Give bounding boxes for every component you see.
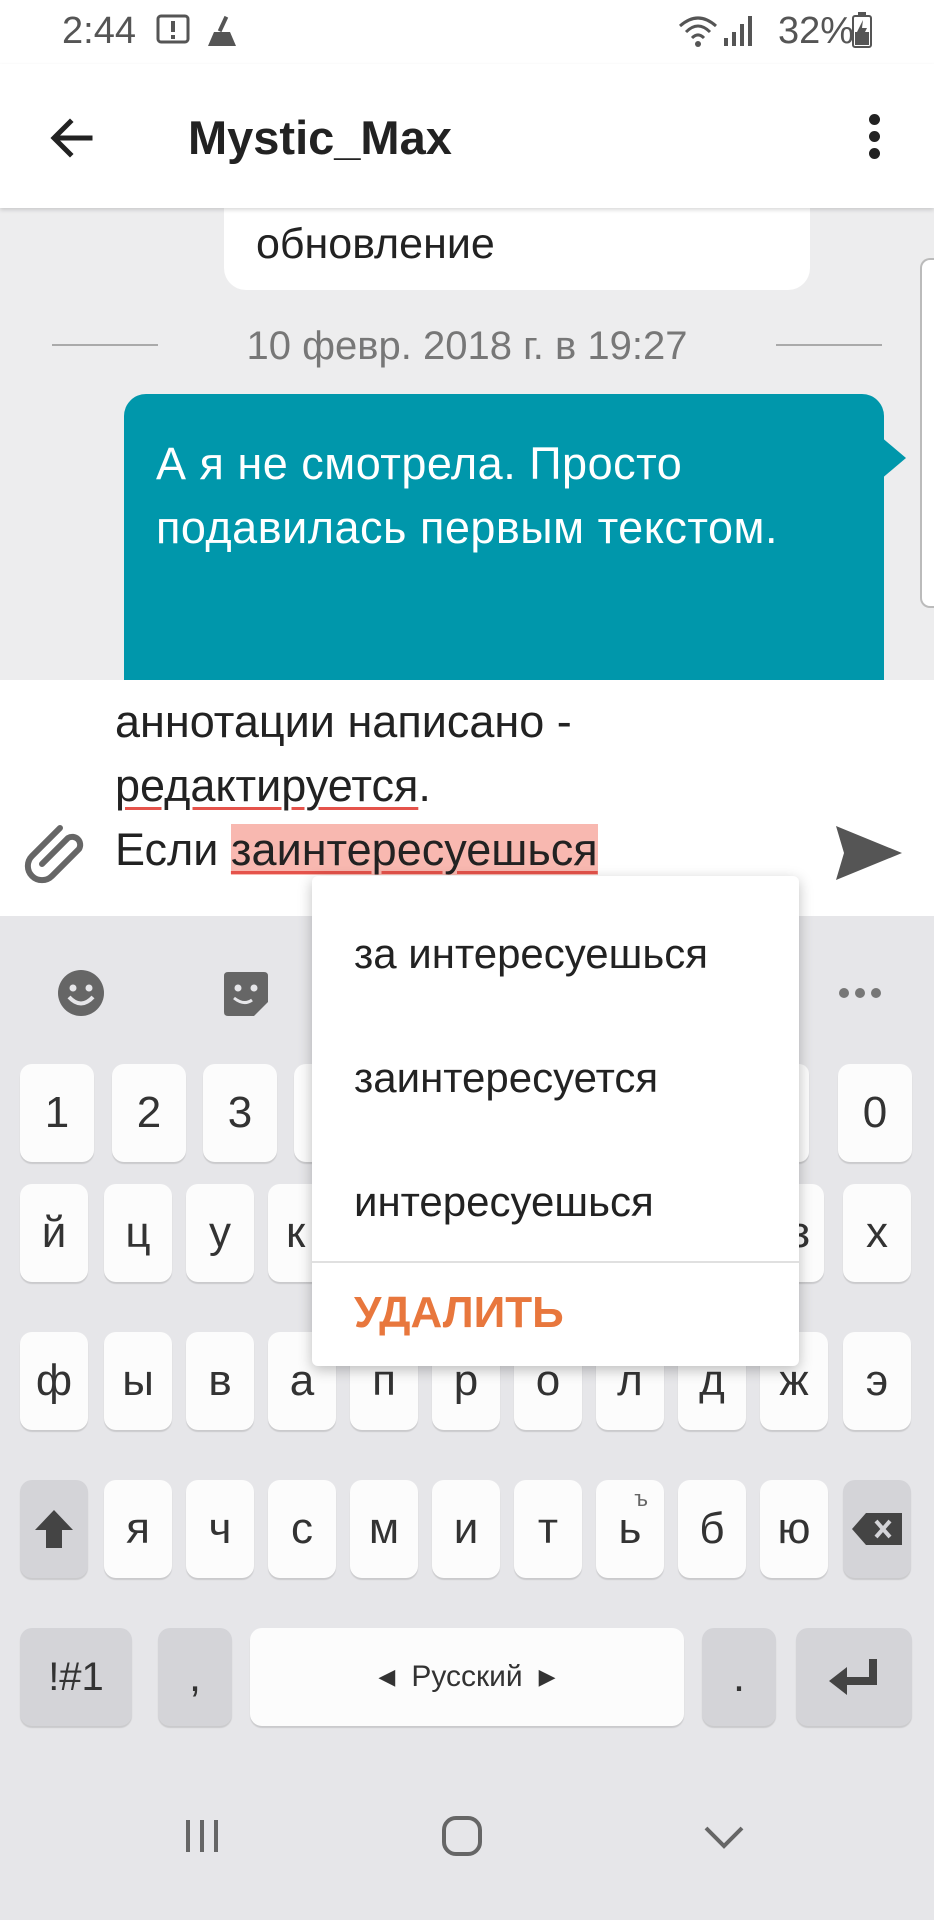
key-я[interactable]: я [104, 1480, 172, 1578]
key-ю[interactable]: ю [760, 1480, 828, 1578]
sticker-icon[interactable] [220, 968, 272, 1020]
delete-word-button[interactable]: УДАЛИТЬ [354, 1288, 564, 1338]
status-bar: 2:44 32% [0, 0, 934, 64]
key-т[interactable]: т [514, 1480, 582, 1578]
paperclip-icon[interactable] [22, 818, 92, 888]
more-options-icon[interactable] [858, 108, 890, 168]
key-ь[interactable]: ь ъ [596, 1480, 664, 1578]
key-ь-alt-label: ъ [634, 1486, 648, 1511]
date-divider-text: 10 февр. 2018 г. в 19:27 [246, 324, 688, 368]
suggestion-item[interactable]: интересуешься [354, 1178, 654, 1226]
space-key[interactable]: ◀ Русский ▶ [250, 1628, 684, 1726]
key-с[interactable]: с [268, 1480, 336, 1578]
shift-key[interactable] [20, 1480, 88, 1578]
key-ы[interactable]: ы [104, 1332, 172, 1430]
key-0[interactable]: 0 [838, 1064, 912, 1162]
comma-key[interactable]: , [158, 1628, 232, 1726]
back-arrow-icon[interactable] [44, 110, 100, 166]
key-м[interactable]: м [350, 1480, 418, 1578]
chat-area[interactable]: обновление 10 февр. 2018 г. в 19:27 А я … [0, 208, 934, 680]
sent-message-tail [880, 436, 906, 480]
compose-line-2: редактируется. [115, 754, 675, 818]
key-у[interactable]: у [186, 1184, 254, 1282]
battery-charging-icon [852, 12, 872, 48]
navigation-bar [0, 1776, 934, 1920]
language-left-arrow-icon: ◀ [378, 1664, 396, 1689]
hide-keyboard-icon[interactable] [702, 1814, 746, 1858]
language-right-arrow-icon: ▶ [538, 1664, 556, 1689]
backspace-icon [852, 1513, 902, 1545]
more-tools-icon[interactable] [838, 986, 882, 1000]
home-icon[interactable] [440, 1814, 484, 1858]
compose-line-3: Если заинтересуешься [115, 818, 675, 882]
spell-suggestion-popup: за интересуешься заинтересуется интересу… [312, 876, 799, 1366]
message-input[interactable]: аннотации написано - редактируется. Если… [115, 690, 675, 882]
wifi-icon [679, 16, 717, 47]
selected-misspelled-word[interactable]: заинтересуешься [230, 824, 598, 875]
key-ф[interactable]: ф [20, 1332, 88, 1430]
received-message-text: обновление [256, 220, 495, 268]
battery-percent: 32% [777, 10, 854, 52]
signal-icon [724, 16, 752, 46]
backspace-key[interactable] [843, 1480, 911, 1578]
shift-arrow-icon [35, 1510, 73, 1548]
popup-divider [312, 1261, 799, 1263]
sent-message-bubble[interactable]: А я не смотрела. Просто подавилась первы… [124, 394, 884, 680]
key-3[interactable]: 3 [203, 1064, 277, 1162]
compose-line-2-end: . [418, 760, 431, 811]
date-divider: 10 февр. 2018 г. в 19:27 [52, 314, 882, 374]
chat-title: Mystic_Max [188, 111, 452, 164]
send-icon[interactable] [832, 816, 906, 890]
key-2[interactable]: 2 [112, 1064, 186, 1162]
status-time: 2:44 [62, 10, 136, 52]
scroll-handle[interactable] [920, 258, 934, 608]
key-и[interactable]: и [432, 1480, 500, 1578]
compose-line-3-start: Если [115, 824, 231, 875]
key-ц[interactable]: ц [104, 1184, 172, 1282]
suggestion-item[interactable]: за интересуешься [354, 930, 708, 978]
key-9-partial[interactable] [799, 1064, 809, 1162]
key-в[interactable]: в [186, 1332, 254, 1430]
received-message-bubble[interactable]: обновление [224, 208, 810, 290]
space-language-label: Русский [411, 1660, 523, 1693]
enter-icon [829, 1659, 877, 1695]
key-1[interactable]: 1 [20, 1064, 94, 1162]
period-key[interactable]: . [702, 1628, 776, 1726]
symbols-key[interactable]: !#1 [20, 1628, 132, 1726]
key-ч[interactable]: ч [186, 1480, 254, 1578]
cleaner-icon [208, 15, 236, 46]
enter-key[interactable] [796, 1628, 912, 1726]
alert-notification-icon [156, 14, 190, 44]
emoji-icon[interactable] [56, 968, 106, 1018]
key-й[interactable]: й [20, 1184, 88, 1282]
key-э[interactable]: э [843, 1332, 911, 1430]
misspelled-word[interactable]: редактируется [115, 760, 418, 811]
suggestion-item[interactable]: заинтересуется [354, 1054, 658, 1102]
compose-line-1: аннотации написано - [115, 696, 572, 747]
key-4-partial[interactable] [294, 1064, 314, 1162]
recent-apps-icon[interactable] [180, 1814, 224, 1858]
key-б[interactable]: б [678, 1480, 746, 1578]
sent-message-text: А я не смотрела. Просто подавилась первы… [156, 438, 778, 553]
app-bar: Mystic_Max [0, 64, 934, 208]
key-х[interactable]: х [843, 1184, 911, 1282]
